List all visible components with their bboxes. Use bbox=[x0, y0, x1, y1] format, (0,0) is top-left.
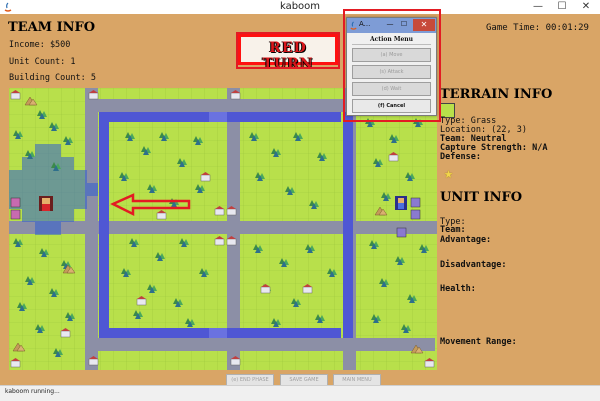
unit-count-label: Unit Count: 1 bbox=[9, 57, 76, 67]
dialog-maximize-button[interactable]: ☐ bbox=[398, 20, 410, 30]
turn-banner-text: RED TURN bbox=[262, 40, 314, 72]
income-label: Income: $500 bbox=[9, 40, 71, 50]
close-button[interactable]: ✕ bbox=[574, 0, 598, 14]
status-bar: kaboom running... bbox=[0, 385, 600, 401]
unit-advantage-label: Advantage: bbox=[440, 235, 492, 245]
action-menu-dialog: A... — ☐ ✕ Action Menu (a) Move (s) Atta… bbox=[346, 17, 437, 116]
attack-button[interactable]: (s) Attack bbox=[352, 65, 431, 79]
action-menu-title-bar[interactable]: A... — ☐ ✕ bbox=[347, 18, 436, 33]
unit-movement-label: Movement Range: bbox=[440, 337, 517, 347]
turn-banner: RED TURN bbox=[238, 34, 338, 72]
terrain-defense-label: Defense: bbox=[440, 152, 481, 162]
wait-button[interactable]: (d) Wait bbox=[352, 82, 431, 96]
game-panel: TEAM INFO Income: $500 Unit Count: 1 Bui… bbox=[0, 14, 600, 387]
action-menu-title: A... bbox=[359, 20, 371, 28]
cancel-button[interactable]: (f) Cancel bbox=[352, 99, 431, 113]
title-bar[interactable]: kaboom — ☐ ✕ bbox=[0, 0, 600, 15]
dialog-close-button[interactable]: ✕ bbox=[413, 19, 435, 31]
status-text: kaboom running... bbox=[5, 388, 60, 395]
minimize-button[interactable]: — bbox=[526, 0, 550, 14]
game-window: kaboom — ☐ ✕ TEAM INFO Income: $500 Unit… bbox=[0, 0, 600, 401]
unit-team-label: Team: bbox=[440, 225, 466, 235]
unit-health-label: Health: bbox=[440, 284, 476, 294]
building-count-label: Building Count: 5 bbox=[9, 73, 96, 83]
team-info-title: TEAM INFO bbox=[8, 20, 96, 35]
maximize-button[interactable]: ☐ bbox=[550, 0, 574, 14]
action-menu-header: Action Menu bbox=[352, 36, 431, 45]
dialog-minimize-button[interactable]: — bbox=[384, 20, 396, 30]
blue-unit[interactable] bbox=[395, 196, 407, 210]
defense-star-icon: ★ bbox=[444, 164, 454, 182]
unit-info-title: UNIT INFO bbox=[440, 190, 523, 205]
terrain-info-title: TERRAIN INFO bbox=[440, 87, 553, 102]
java-icon bbox=[350, 21, 357, 30]
window-title: kaboom bbox=[279, 1, 321, 12]
unit-disadvantage-label: Disadvantage: bbox=[440, 260, 507, 270]
game-map[interactable] bbox=[9, 88, 437, 370]
move-button[interactable]: (a) Move bbox=[352, 48, 431, 62]
red-unit[interactable] bbox=[39, 196, 53, 211]
game-time-label: Game Time: 00:01:29 bbox=[486, 23, 589, 33]
